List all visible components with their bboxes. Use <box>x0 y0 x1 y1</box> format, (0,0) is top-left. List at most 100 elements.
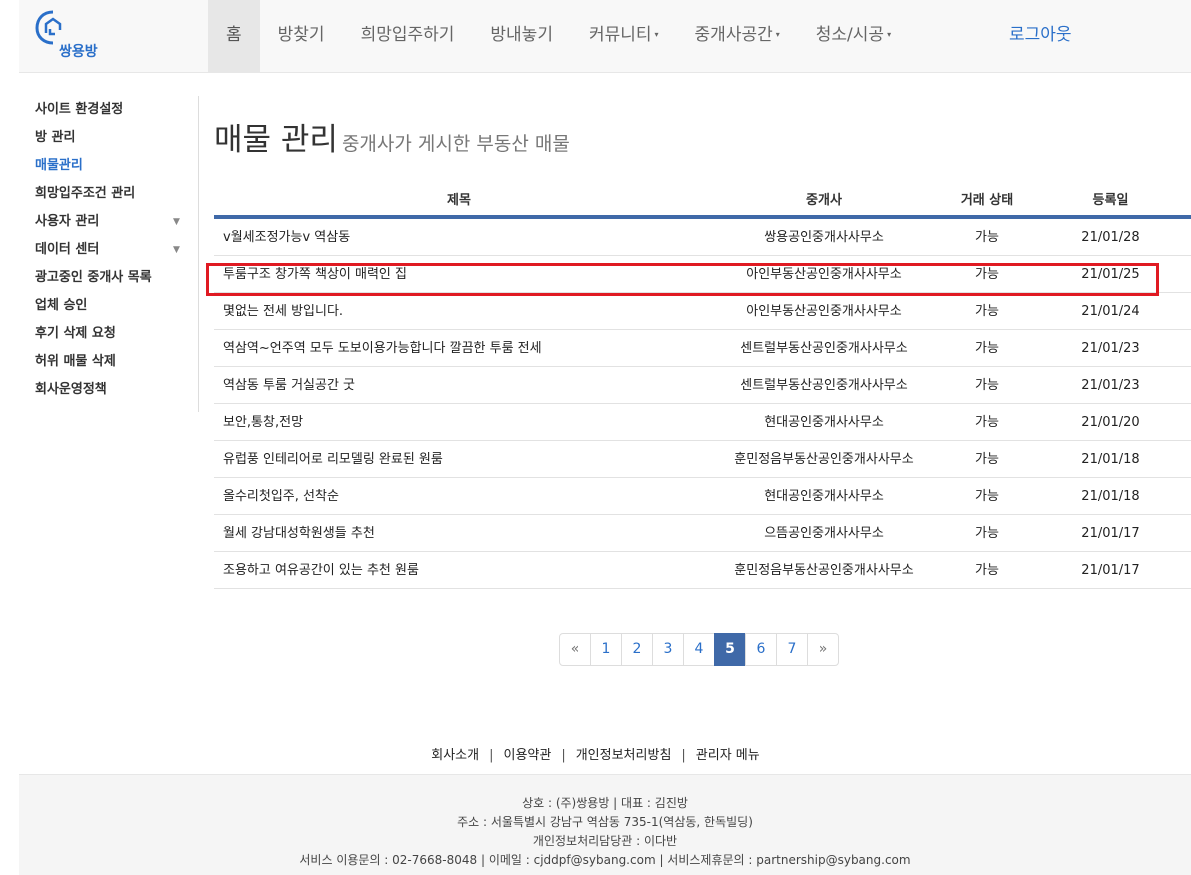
sidebar-item-listing-management[interactable]: 매물관리 <box>35 152 198 180</box>
sidebar-item-fake-listing-delete[interactable]: 허위 매물 삭제 <box>35 348 198 376</box>
sidebar-item-data-center[interactable]: 데이터 센터 ▼ <box>35 236 198 264</box>
pagination-prev[interactable]: « <box>559 633 591 666</box>
cell-status: 가능 <box>975 304 999 319</box>
cell-title[interactable]: v월세조정가능v 역삼동 <box>214 219 704 255</box>
pagination-page-6[interactable]: 6 <box>745 633 777 666</box>
footer-link-admin[interactable]: 관리자 메뉴 <box>696 748 760 763</box>
footer-link-privacy[interactable]: 개인정보처리방침 <box>576 748 672 763</box>
page-title: 매물 관리 중개사가 게시한 부동산 매물 <box>214 114 570 159</box>
cell-title[interactable]: 올수리첫입주, 선착순 <box>214 478 704 514</box>
header-title[interactable]: 제목 <box>214 184 704 215</box>
cell-agent: 아인부동산공인중개사사무소 <box>746 267 902 282</box>
nav-community[interactable]: 커뮤니티 ▾ <box>571 0 677 73</box>
table-row[interactable]: 보안,통창,전망 현대공인중개사사무소 가능 21/01/20 <box>214 404 1191 441</box>
nav-home[interactable]: 홈 <box>208 0 260 73</box>
cell-title[interactable]: 역삼동 투룸 거실공간 굿 <box>214 367 704 403</box>
caret-down-icon: ▾ <box>887 30 892 39</box>
sidebar-item-room-management[interactable]: 방 관리 <box>35 124 198 152</box>
pagination-page-7[interactable]: 7 <box>776 633 808 666</box>
pagination-next[interactable]: » <box>807 633 839 666</box>
cell-title[interactable]: 월세 강남대성학원생들 추천 <box>214 515 704 551</box>
nav-cleaning[interactable]: 청소/시공 ▾ <box>798 0 909 73</box>
sidebar-item-company-policy[interactable]: 회사운영정책 <box>35 376 198 404</box>
page-title-text: 매물 관리 <box>214 122 338 158</box>
nav-find-room-label: 방찾기 <box>277 25 325 45</box>
sidebar-item-review-delete-requests[interactable]: 후기 삭제 요청 <box>35 320 198 348</box>
header-agent[interactable]: 중개사 <box>704 184 944 215</box>
cell-agent: 훈민정음부동산공인중개사사무소 <box>734 452 914 467</box>
cell-date: 21/01/18 <box>1081 452 1140 467</box>
footer-info-line: 주소 : 서울특별시 강남구 역삼동 735-1(역삼동, 한독빌딩) <box>457 815 753 829</box>
cell-title[interactable]: 유럽풍 인테리어로 리모델링 완료된 원룸 <box>214 441 704 477</box>
footer-links: 회사소개 | 이용약관 | 개인정보처리방침 | 관리자 메뉴 <box>0 744 1191 763</box>
caret-down-icon: ▾ <box>654 30 659 39</box>
cell-agent: 현대공인중개사사무소 <box>764 415 884 430</box>
triangle-down-icon: ▼ <box>173 245 180 255</box>
brand-name: 쌍용방 <box>59 44 98 60</box>
table-row[interactable]: 투룸구조 창가쪽 책상이 매력인 집 아인부동산공인중개사사무소 가능 21/01/2… <box>214 256 1191 293</box>
sidebar-item-label: 사이트 환경설정 <box>35 102 124 117</box>
listings-table: 제목 중개사 거래 상태 등록일 v월세조정가능v 역삼동 쌍용공인중개사사무소 가… <box>214 184 1191 589</box>
table-row[interactable]: 역삼동 투룸 거실공간 굿 센트럴부동산공인중개사사무소 가능 21/01/23 <box>214 367 1191 404</box>
header-date[interactable]: 등록일 <box>1030 184 1191 215</box>
cell-status: 가능 <box>975 341 999 356</box>
pagination-page-3[interactable]: 3 <box>652 633 684 666</box>
logout-link[interactable]: 로그아웃 <box>1009 0 1072 70</box>
cell-title[interactable]: 조용하고 여유공간이 있는 추천 원룸 <box>214 552 704 588</box>
footer-info-line: 상호 : (주)쌍용방 | 대표 : 김진방 <box>522 796 688 810</box>
pagination-page-5[interactable]: 5 <box>714 633 746 666</box>
table-row[interactable]: v월세조정가능v 역삼동 쌍용공인중개사사무소 가능 21/01/28 <box>214 219 1191 256</box>
footer-separator: | <box>681 748 686 763</box>
sidebar-item-label: 희망입주조건 관리 <box>35 186 136 201</box>
cell-agent: 아인부동산공인중개사사무소 <box>746 304 902 319</box>
nav-list-room-label: 방내놓기 <box>490 25 553 45</box>
cell-title[interactable]: 보안,통창,전망 <box>214 404 704 440</box>
table-row[interactable]: 역삼역~언주역 모두 도보이용가능합니다 깔끔한 투룸 전세 센트럴부동산공인중개… <box>214 330 1191 367</box>
pagination-page-4[interactable]: 4 <box>683 633 715 666</box>
table-row[interactable]: 유럽풍 인테리어로 리모델링 완료된 원룸 훈민정음부동산공인중개사사무소 가능 21… <box>214 441 1191 478</box>
sidebar-item-label: 광고중인 중개사 목록 <box>35 270 152 285</box>
table-row[interactable]: 월세 강남대성학원생들 추천 으뜸공인중개사사무소 가능 21/01/17 <box>214 515 1191 552</box>
sidebar-item-company-approval[interactable]: 업체 승인 <box>35 292 198 320</box>
cell-status: 가능 <box>975 452 999 467</box>
cell-agent: 훈민정음부동산공인중개사사무소 <box>734 563 914 578</box>
footer-info-line: 서비스 이용문의 : 02-7668-8048 | 이메일 : cjddpf@s… <box>299 853 911 867</box>
footer-info-line: 개인정보처리담당관 : 이다반 <box>532 834 678 848</box>
nav-agent-space-label: 중개사공간 <box>694 25 773 45</box>
sidebar-item-advertising-agents[interactable]: 광고중인 중개사 목록 <box>35 264 198 292</box>
pagination-page-2[interactable]: 2 <box>621 633 653 666</box>
cell-status: 가능 <box>975 378 999 393</box>
brand-logo[interactable]: 쌍용방 <box>33 8 105 64</box>
footer-link-terms[interactable]: 이용약관 <box>503 748 551 763</box>
nav-list-room[interactable]: 방내놓기 <box>472 0 571 73</box>
cell-title[interactable]: 몇없는 전세 방입니다. <box>214 293 704 329</box>
cell-status: 가능 <box>975 526 999 541</box>
cell-title[interactable]: 투룸구조 창가쪽 책상이 매력인 집 <box>214 256 704 292</box>
sidebar-item-wish-conditions[interactable]: 희망입주조건 관리 <box>35 180 198 208</box>
nav-agent-space[interactable]: 중개사공간 ▾ <box>677 0 798 73</box>
header-status[interactable]: 거래 상태 <box>944 184 1030 215</box>
main-nav: 홈 방찾기 희망입주하기 방내놓기 커뮤니티 ▾ 중개사공간 ▾ 청소/시공 ▾ <box>208 0 909 73</box>
cell-date: 21/01/20 <box>1081 415 1140 430</box>
cell-date: 21/01/23 <box>1081 341 1140 356</box>
cell-agent: 현대공인중개사사무소 <box>764 489 884 504</box>
footer-link-about[interactable]: 회사소개 <box>431 748 479 763</box>
nav-community-label: 커뮤니티 <box>588 25 652 45</box>
sidebar-item-user-management[interactable]: 사용자 관리 ▼ <box>35 208 198 236</box>
cell-date: 21/01/17 <box>1081 563 1140 578</box>
cell-agent: 센트럴부동산공인중개사사무소 <box>740 378 908 393</box>
nav-find-room[interactable]: 방찾기 <box>260 0 343 73</box>
table-row[interactable]: 조용하고 여유공간이 있는 추천 원룸 훈민정음부동산공인중개사사무소 가능 21/0… <box>214 552 1191 589</box>
cell-date: 21/01/25 <box>1081 267 1140 282</box>
nav-wish-move-in[interactable]: 희망입주하기 <box>343 0 473 73</box>
top-navbar: 쌍용방 홈 방찾기 희망입주하기 방내놓기 커뮤니티 ▾ 중개사공간 ▾ 청소/시공… <box>19 0 1191 73</box>
pagination-page-1[interactable]: 1 <box>590 633 622 666</box>
cell-title[interactable]: 역삼역~언주역 모두 도보이용가능합니다 깔끔한 투룸 전세 <box>214 330 704 366</box>
sidebar-item-label: 허위 매물 삭제 <box>35 354 116 369</box>
sidebar-item-site-settings[interactable]: 사이트 환경설정 <box>35 96 198 124</box>
table-row[interactable]: 올수리첫입주, 선착순 현대공인중개사사무소 가능 21/01/18 <box>214 478 1191 515</box>
footer-separator: | <box>489 748 494 763</box>
cell-date: 21/01/28 <box>1081 230 1140 245</box>
cell-status: 가능 <box>975 489 999 504</box>
table-row[interactable]: 몇없는 전세 방입니다. 아인부동산공인중개사사무소 가능 21/01/24 <box>214 293 1191 330</box>
